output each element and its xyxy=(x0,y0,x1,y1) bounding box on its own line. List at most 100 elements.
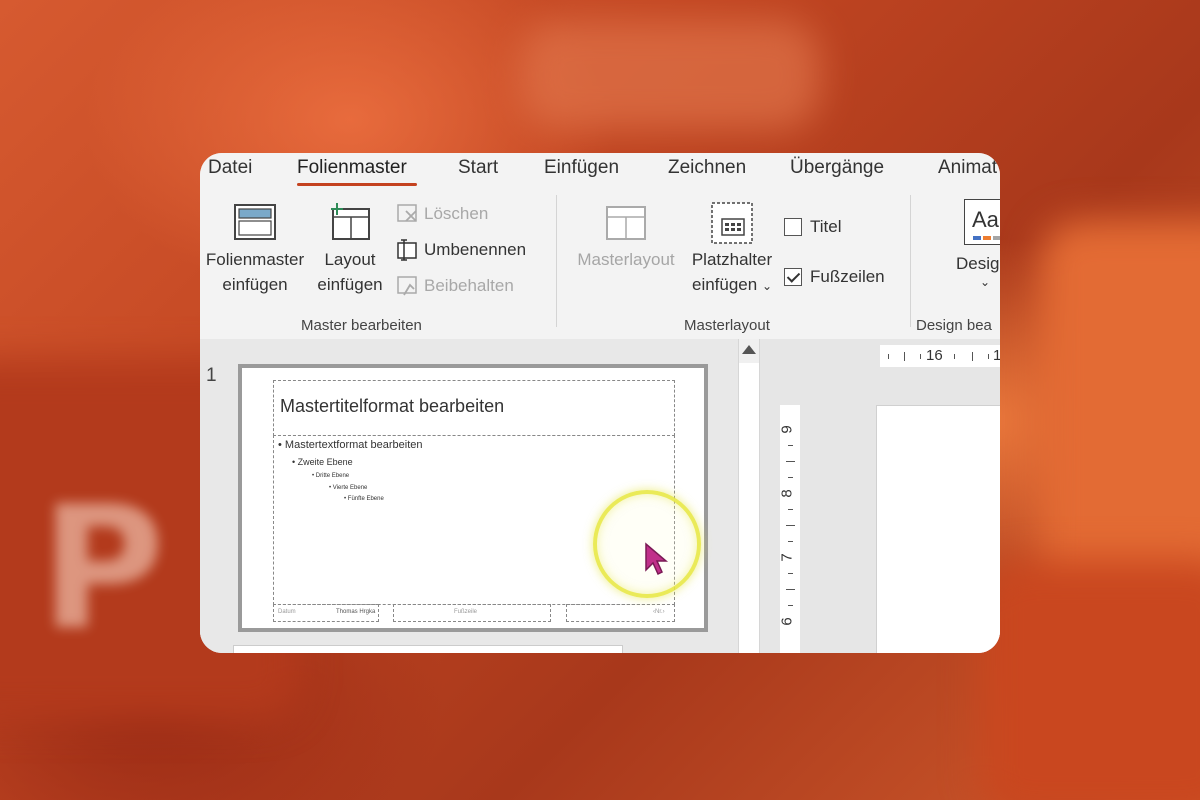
preserve-label: Beibehalten xyxy=(424,276,514,295)
tab-einfuegen[interactable]: Einfügen xyxy=(544,157,619,179)
insert-layout-icon xyxy=(331,203,370,240)
bullet-level-1: • Mastertextformat bearbeiten xyxy=(278,439,423,451)
insert-layout-button[interactable]: Layout einfügen xyxy=(312,203,388,297)
theme-color-swatch xyxy=(993,236,1000,240)
footer-checkbox[interactable]: Fußzeilen xyxy=(784,267,885,287)
page-number-placeholder: ‹Nr.› xyxy=(566,604,675,622)
powerpoint-logo-letter: P xyxy=(40,470,165,668)
bullet-level-3: • Dritte Ebene xyxy=(312,473,350,479)
scroll-up-icon[interactable] xyxy=(742,345,756,354)
placeholder-label-2-row: einfügen ⌄ xyxy=(684,272,780,299)
slide-thumbnail-pane[interactable]: 1 Mastertitelformat bearbeiten • Mastert… xyxy=(200,339,760,653)
page-number-text: ‹Nr.› xyxy=(653,609,665,615)
bullet-level-3-text: Dritte Ebene xyxy=(315,473,350,479)
active-tab-indicator xyxy=(297,183,417,186)
group-label-master-bearbeiten: Master bearbeiten xyxy=(301,317,422,334)
slide-number: 1 xyxy=(206,365,217,386)
ruler-tick xyxy=(788,477,793,478)
bullet-level-1-text: Mastertextformat bearbeiten xyxy=(284,439,423,451)
footer-checkbox-label: Fußzeilen xyxy=(810,267,885,286)
mouse-cursor-icon xyxy=(645,542,669,576)
bullet-level-5: • Fünfte Ebene xyxy=(344,496,384,502)
ruler-tick xyxy=(788,605,793,606)
date-placeholder-text: Datum xyxy=(278,609,296,615)
ruler-tick xyxy=(786,589,795,590)
group-separator xyxy=(556,195,557,327)
rename-button[interactable]: Umbenennen xyxy=(396,239,526,261)
date-placeholder: Datum Thomas Hrgka xyxy=(273,604,379,622)
insert-master-label-1: Folienmaster xyxy=(205,250,305,269)
ruler-number: 16 xyxy=(926,347,943,364)
group-label-masterlayout: Masterlayout xyxy=(684,317,770,334)
group-separator xyxy=(910,195,911,327)
insert-placeholder-button[interactable]: Platzhalter einfügen ⌄ xyxy=(684,201,780,299)
ruler-tick xyxy=(786,461,795,462)
master-title-text: Mastertitelformat bearbeiten xyxy=(280,396,505,416)
title-checkbox-label: Titel xyxy=(810,217,842,236)
slide-editor: 16 1 9 8 7 6 xyxy=(760,339,1000,653)
ruler-number: 8 xyxy=(778,489,796,498)
insert-slide-master-button[interactable]: Folienmaster einfügen xyxy=(202,203,308,297)
ruler-number: 6 xyxy=(778,617,796,626)
ruler-tick xyxy=(954,354,955,359)
ruler-tick xyxy=(788,573,793,574)
powerpoint-window: Datei Folienmaster Start Einfügen Zeichn… xyxy=(200,153,1000,653)
thumbnail-scrollbar[interactable] xyxy=(738,339,760,653)
footer-placeholder-text: Fußzeile xyxy=(454,609,478,615)
chevron-down-icon: ⌄ xyxy=(980,275,991,289)
tab-zeichnen[interactable]: Zeichnen xyxy=(668,157,746,179)
bullet-level-4: • Vierte Ebene xyxy=(329,485,368,491)
theme-aa-glyph: Aa xyxy=(972,207,999,232)
design-label: Desig xyxy=(956,254,1000,273)
scroll-track[interactable] xyxy=(739,363,759,653)
delete-label: Löschen xyxy=(424,204,489,223)
tab-animationen[interactable]: Animat xyxy=(938,157,997,179)
vertical-ruler: 9 8 7 6 xyxy=(778,405,800,653)
tab-datei[interactable]: Datei xyxy=(208,157,252,179)
ribbon-tabs: Datei Folienmaster Start Einfügen Zeichn… xyxy=(200,153,1000,189)
placeholder-label-1: Platzhalter xyxy=(691,250,773,269)
rename-icon xyxy=(397,239,417,261)
tab-start[interactable]: Start xyxy=(458,157,498,179)
background-tile xyxy=(980,560,1200,800)
footer-author-text: Thomas Hrgka xyxy=(336,609,376,615)
tab-folienmaster[interactable]: Folienmaster xyxy=(297,157,407,179)
title-checkbox[interactable]: Titel xyxy=(784,217,842,237)
insert-layout-label-2: einfügen xyxy=(317,275,383,294)
design-button[interactable]: Aa Desig ⌄ xyxy=(952,199,1000,288)
theme-color-swatch xyxy=(983,236,991,240)
tab-uebergaenge[interactable]: Übergänge xyxy=(790,157,884,179)
ruler-tick xyxy=(888,354,889,359)
design-theme-icon: Aa xyxy=(964,199,1000,245)
preserve-icon xyxy=(397,276,417,296)
horizontal-ruler: 16 1 xyxy=(880,345,1000,367)
bullet-level-5-text: Fünfte Ebene xyxy=(347,496,384,502)
ruler-tick xyxy=(788,541,793,542)
ruler-tick xyxy=(788,445,793,446)
footer-checkbox-box[interactable] xyxy=(784,268,802,286)
title-placeholder: Mastertitelformat bearbeiten xyxy=(273,380,675,436)
bullet-level-2: • Zweite Ebene xyxy=(292,457,353,467)
placeholder-label-2: einfügen xyxy=(691,275,758,294)
ruler-number: 7 xyxy=(778,553,796,562)
bullet-level-4-text: Vierte Ebene xyxy=(332,485,368,491)
slide-canvas[interactable] xyxy=(876,405,1000,653)
slide-master-icon xyxy=(234,204,276,240)
masterlayout-label: Masterlayout xyxy=(577,250,675,269)
layout-thumbnail[interactable] xyxy=(233,645,623,653)
delete-button[interactable]: Löschen xyxy=(396,203,488,225)
chevron-down-icon: ⌄ xyxy=(761,279,773,293)
preserve-button[interactable]: Beibehalten xyxy=(396,275,514,297)
title-checkbox-box[interactable] xyxy=(784,218,802,236)
footer-placeholder: Fußzeile xyxy=(393,604,551,622)
bullet-level-2-text: Zweite Ebene xyxy=(297,457,353,467)
ruler-tick xyxy=(920,354,921,359)
ruler-tick xyxy=(788,509,793,510)
background-tile xyxy=(520,20,820,130)
delete-icon xyxy=(397,204,417,222)
ruler-number: 9 xyxy=(778,425,796,434)
ruler-tick xyxy=(972,352,973,361)
masterlayout-button[interactable]: Masterlayout xyxy=(570,203,682,272)
ruler-tick xyxy=(786,525,795,526)
theme-color-swatch xyxy=(973,236,981,240)
